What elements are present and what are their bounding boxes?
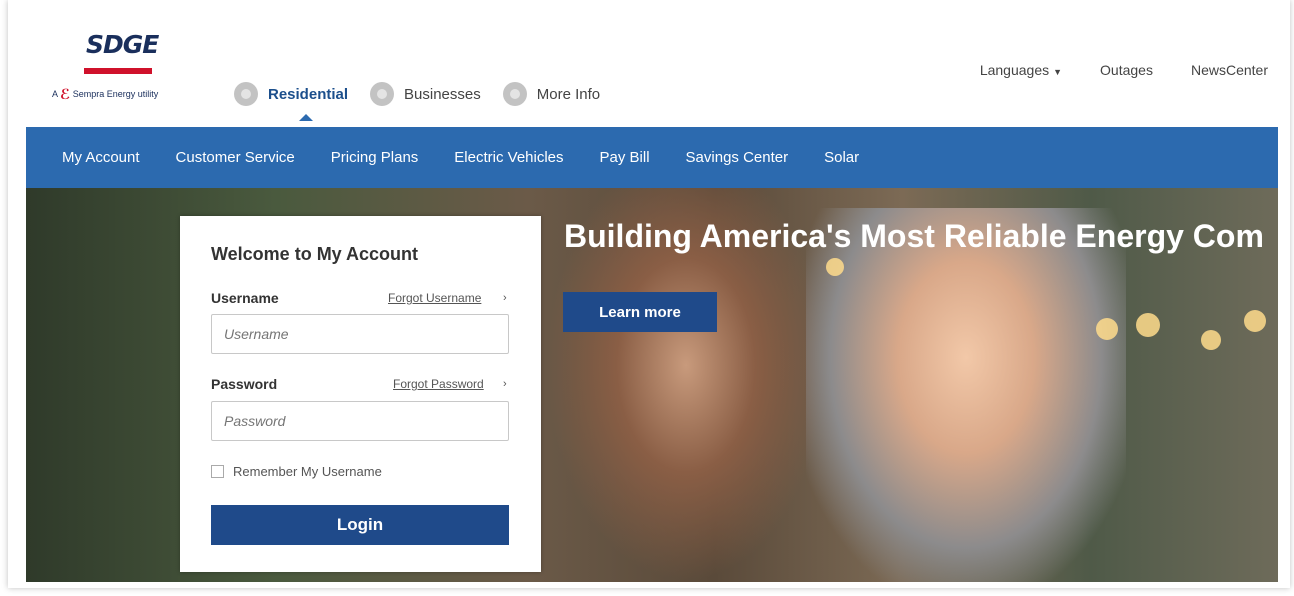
segment-label: Businesses (404, 85, 481, 103)
residential-icon (234, 82, 258, 106)
languages-label: Languages (979, 62, 1050, 78)
remember-checkbox[interactable] (211, 465, 224, 478)
login-card: Welcome to My Account Username Forgot Us… (180, 216, 541, 572)
more-info-icon (502, 82, 527, 106)
password-label: Password (211, 376, 278, 392)
bokeh-light (1201, 330, 1221, 350)
hero-title: Building America's Most Reliable Energy … (564, 218, 1264, 254)
newscenter-link[interactable]: NewsCenter (1191, 62, 1268, 78)
nav-customer-service[interactable]: Customer Service (176, 149, 295, 166)
nav-pricing-plans[interactable]: Pricing Plans (331, 149, 419, 166)
remember-label: Remember My Username (233, 464, 382, 479)
login-button[interactable]: Login (211, 505, 509, 545)
nav-savings-center[interactable]: Savings Center (686, 149, 789, 166)
segment-tab-businesses[interactable]: Businesses (370, 82, 481, 106)
hero-photo-baby (806, 208, 1126, 582)
bokeh-light (1136, 313, 1160, 337)
chevron-down-icon: ▼ (1053, 67, 1063, 77)
nav-pay-bill[interactable]: Pay Bill (600, 149, 650, 166)
username-label: Username (211, 290, 279, 306)
site-header: SDGE A ℰ Sempra Energy utility Residenti… (8, 0, 1290, 127)
active-segment-pointer (299, 114, 313, 121)
bokeh-light (1096, 318, 1118, 340)
remember-username: Remember My Username (211, 464, 382, 479)
tagline-prefix: A (52, 88, 61, 99)
businesses-icon (370, 82, 395, 106)
nav-solar[interactable]: Solar (824, 149, 859, 166)
segment-tab-more-info[interactable]: More Info (502, 82, 601, 106)
segment-tabs: Residential Businesses More Info (234, 82, 622, 106)
logo-wordmark: SDGE (86, 30, 159, 59)
logo-red-bar (84, 68, 152, 74)
forgot-username-link[interactable]: Forgot Username (388, 291, 481, 305)
main-nav: My Account Customer Service Pricing Plan… (26, 127, 1278, 188)
forgot-password-link[interactable]: Forgot Password (393, 377, 484, 391)
sempra-icon: ℰ (60, 86, 71, 102)
tagline-text: Sempra Energy utility (72, 88, 159, 99)
nav-my-account[interactable]: My Account (62, 149, 140, 166)
languages-dropdown[interactable]: Languages ▼ (980, 62, 1062, 78)
segment-label: More Info (536, 85, 601, 103)
learn-more-button[interactable]: Learn more (563, 292, 717, 332)
login-title: Welcome to My Account (211, 244, 419, 264)
logo-tagline: A ℰ Sempra Energy utility (52, 86, 158, 103)
nav-electric-vehicles[interactable]: Electric Vehicles (454, 149, 563, 166)
bokeh-light (1244, 310, 1266, 332)
password-input[interactable] (211, 401, 509, 441)
chevron-right-icon: › (503, 378, 507, 390)
bokeh-light (826, 258, 844, 276)
username-input[interactable] (211, 314, 509, 354)
sdge-logo[interactable]: SDGE A ℰ Sempra Energy utility (48, 28, 198, 118)
segment-tab-residential[interactable]: Residential (234, 82, 348, 106)
chevron-right-icon: › (503, 292, 507, 304)
browser-frame: SDGE A ℰ Sempra Energy utility Residenti… (8, 0, 1290, 588)
segment-label: Residential (268, 85, 349, 103)
outages-link[interactable]: Outages (1100, 62, 1153, 78)
utility-nav: Languages ▼ Outages NewsCenter (942, 62, 1268, 78)
